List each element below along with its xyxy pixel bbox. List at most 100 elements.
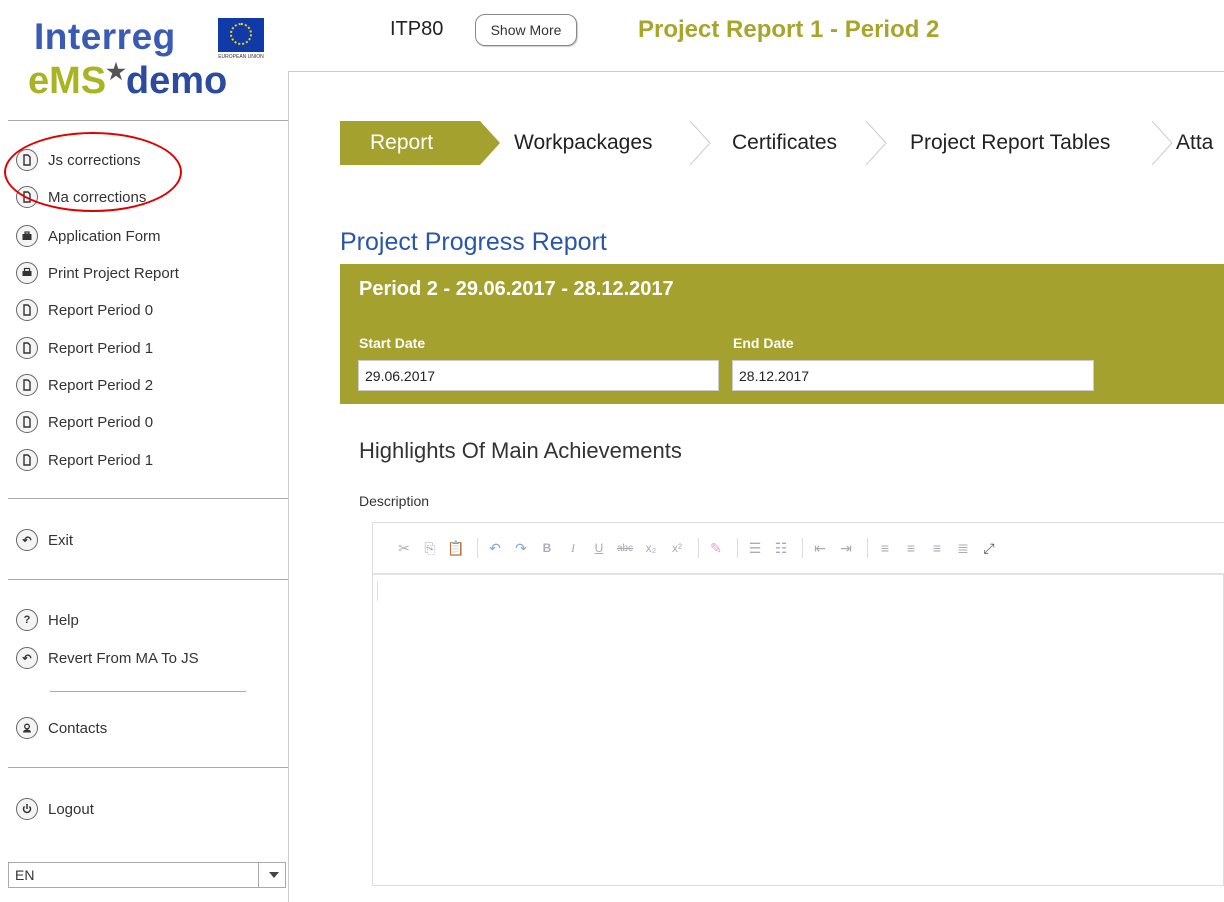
document-icon: [16, 337, 38, 359]
document-icon: [16, 411, 38, 433]
sidebar-divider: [50, 691, 246, 692]
sidebar-item-report-period-0[interactable]: Report Period 0: [16, 298, 153, 322]
section-title: Project Progress Report: [340, 228, 607, 256]
maximize-icon[interactable]: ⤢: [978, 537, 1000, 559]
interreg-ems-demo-logo: Interreg EUROPEAN UNION eMS★demo: [28, 12, 278, 101]
sidebar-item-label: Report Period 1: [48, 451, 154, 469]
indent-icon[interactable]: ⇥: [835, 537, 857, 559]
briefcase-icon: [16, 225, 38, 247]
paste-text-icon[interactable]: 📋: [445, 537, 467, 559]
remove-format-icon[interactable]: ✎: [705, 537, 727, 559]
align-center-icon[interactable]: ≡: [900, 537, 922, 559]
toolbar-separator: [802, 538, 803, 558]
tab-report[interactable]: Report: [340, 121, 480, 165]
end-date-field[interactable]: 28.12.2017: [732, 360, 1094, 391]
document-icon: [16, 186, 38, 208]
subscript-icon[interactable]: x₂: [640, 537, 662, 559]
logo-emsdemo: eMS★demo: [28, 52, 227, 101]
tab-project-report-tables[interactable]: Project Report Tables: [910, 121, 1110, 165]
sidebar-item-label: Report Period 2: [48, 376, 154, 394]
logo-demo-text: demo: [125, 60, 228, 102]
bold-icon[interactable]: B: [536, 537, 558, 559]
sidebar-item-contacts[interactable]: Contacts: [16, 716, 107, 740]
undo-icon[interactable]: ↶: [484, 537, 506, 559]
document-icon: [16, 374, 38, 396]
document-icon: [16, 449, 38, 471]
sidebar-item-label: Exit: [48, 531, 74, 549]
sidebar-item-report-period-1-b[interactable]: Report Period 1: [16, 448, 153, 472]
sidebar-item-report-period-0-b[interactable]: Report Period 0: [16, 410, 153, 434]
page-title: Project Report 1 - Period 2: [638, 16, 940, 43]
italic-icon[interactable]: I: [562, 537, 584, 559]
sidebar-divider: [8, 767, 288, 768]
sidebar-item-label: Js corrections: [48, 151, 141, 169]
toolbar-separator: [867, 538, 868, 558]
sidebar-item-label: Report Period 0: [48, 413, 154, 431]
redo-icon[interactable]: ↷: [510, 537, 532, 559]
tab-label: Report: [370, 131, 434, 154]
toolbar-separator: [698, 538, 699, 558]
cut-icon[interactable]: ✂: [393, 537, 415, 559]
sidebar-item-label: Ma corrections: [48, 188, 147, 206]
eu-flag-icon: EUROPEAN UNION: [218, 18, 264, 60]
numbered-list-icon[interactable]: ☰: [744, 537, 766, 559]
sidebar-item-js-corrections[interactable]: Js corrections: [16, 148, 141, 172]
sidebar-item-label: Logout: [48, 800, 94, 818]
star-icon: ★: [106, 59, 126, 84]
start-date-field[interactable]: 29.06.2017: [358, 360, 719, 391]
sidebar-divider: [8, 498, 288, 499]
description-label: Description: [359, 493, 430, 509]
back-arrow-icon: ↶: [16, 529, 38, 551]
printer-icon: [16, 262, 38, 284]
sidebar-item-ma-corrections[interactable]: Ma corrections: [16, 185, 146, 209]
sidebar: Interreg EUROPEAN UNION eMS★demo Js corr…: [0, 0, 288, 902]
back-arrow-icon: ↶: [16, 647, 38, 669]
strikethrough-icon[interactable]: abc: [614, 537, 636, 559]
copy-icon[interactable]: ⎘: [419, 537, 441, 559]
sidebar-item-label: Contacts: [48, 719, 108, 737]
sidebar-item-logout[interactable]: Logout: [16, 797, 94, 821]
sidebar-item-revert[interactable]: ↶ Revert From MA To JS: [16, 646, 199, 670]
tab-label: Certificates: [732, 131, 838, 154]
tab-certificates[interactable]: Certificates: [732, 121, 837, 165]
editor-toolbar: ✂ ⎘ 📋 ↶ ↷ B I U abc x₂ x² ✎ ☰ ☷ ⇤ ⇥ ≡ ≡ …: [373, 523, 1224, 575]
sidebar-item-label: Revert From MA To JS: [48, 649, 199, 667]
toolbar-separator: [477, 538, 478, 558]
underline-icon[interactable]: U: [588, 537, 610, 559]
tab-separator: [689, 121, 711, 165]
tab-bar: Report Workpackages Certificates Project…: [340, 121, 1224, 165]
chevron-down-icon: [269, 872, 279, 878]
language-select[interactable]: EN: [8, 862, 286, 888]
editor-text-area[interactable]: [373, 577, 1224, 885]
tab-workpackages[interactable]: Workpackages: [514, 121, 653, 165]
document-icon: [16, 299, 38, 321]
sidebar-item-label: Application Form: [48, 227, 161, 245]
tab-arrow: [480, 121, 500, 165]
sidebar-item-print-project-report[interactable]: Print Project Report: [16, 261, 179, 285]
tab-attachments[interactable]: Atta: [1176, 121, 1224, 165]
sidebar-item-help[interactable]: ? Help: [16, 608, 79, 632]
align-left-icon[interactable]: ≡: [874, 537, 896, 559]
logo-ems-text: eMS: [28, 60, 107, 102]
sidebar-item-report-period-2[interactable]: Report Period 2: [16, 373, 153, 397]
outdent-icon[interactable]: ⇤: [809, 537, 831, 559]
sidebar-item-exit[interactable]: ↶ Exit: [16, 528, 73, 552]
tab-label: Workpackages: [514, 131, 653, 154]
align-right-icon[interactable]: ≡: [926, 537, 948, 559]
bulleted-list-icon[interactable]: ☷: [770, 537, 792, 559]
tab-separator: [1151, 121, 1173, 165]
show-more-button[interactable]: Show More: [475, 14, 577, 46]
end-date-label: End Date: [733, 335, 794, 351]
sidebar-item-report-period-1[interactable]: Report Period 1: [16, 336, 153, 360]
sidebar-item-application-form[interactable]: Application Form: [16, 224, 161, 248]
language-value: EN: [15, 867, 35, 883]
tab-label: Project Report Tables: [910, 131, 1111, 154]
main-border: [288, 72, 289, 902]
document-icon: [16, 149, 38, 171]
header: ITP80 Show More Project Report 1 - Perio…: [288, 0, 1224, 72]
superscript-icon[interactable]: x²: [666, 537, 688, 559]
highlights-title: Highlights Of Main Achievements: [359, 438, 682, 463]
sidebar-item-label: Report Period 1: [48, 339, 154, 357]
justify-icon[interactable]: ≣: [952, 537, 974, 559]
sidebar-item-label: Report Period 0: [48, 301, 154, 319]
